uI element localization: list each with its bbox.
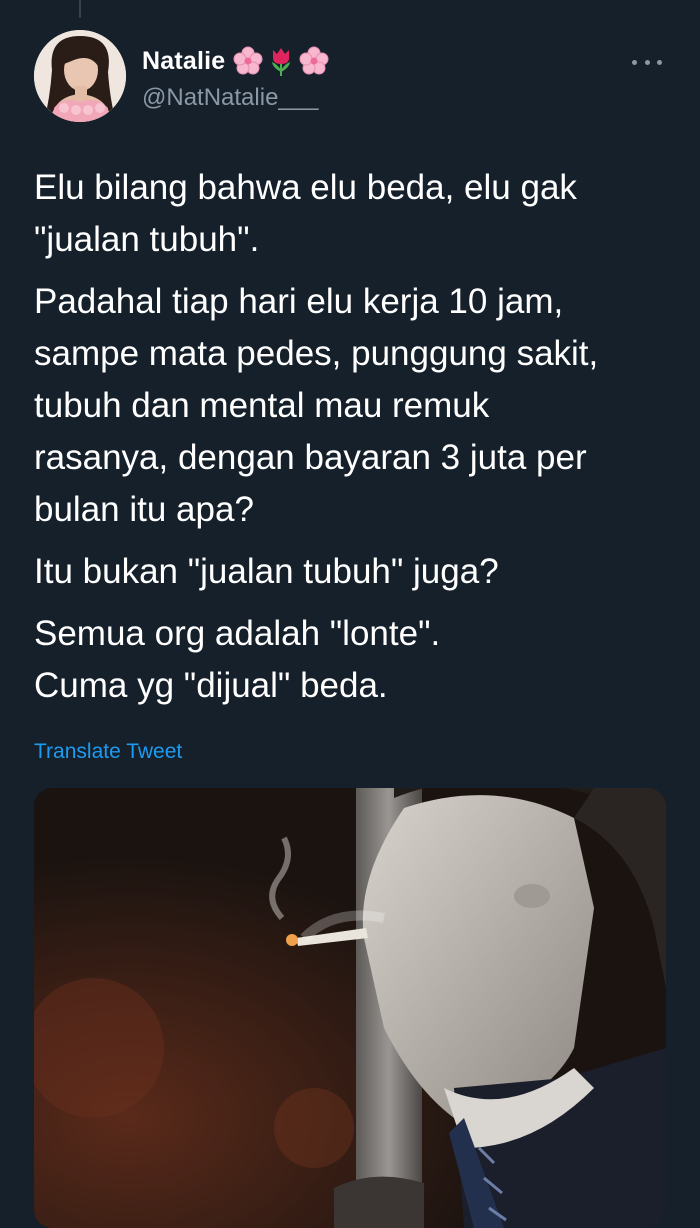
- tweet-line: Elu bilang bahwa elu beda, elu gak: [34, 168, 577, 207]
- tweet-line: rasanya, dengan bayaran 3 juta per: [34, 438, 587, 477]
- display-name-row: Natalie: [142, 44, 329, 78]
- tweet-line: Semua org adalah "lonte".: [34, 614, 441, 653]
- avatar[interactable]: [34, 30, 126, 122]
- tweet-media-image[interactable]: [34, 788, 666, 1228]
- tweet-line: Padahal tiap hari elu kerja 10 jam,: [34, 282, 564, 321]
- tweet-line: sampe mata pedes, punggung sakit,: [34, 334, 599, 373]
- thread-connector-line: [79, 0, 81, 18]
- tweet-text: Elu bilang bahwa elu beda, elu gak "jual…: [34, 162, 674, 722]
- translate-tweet-link[interactable]: Translate Tweet: [34, 740, 182, 764]
- display-name[interactable]: Natalie: [142, 47, 225, 76]
- tweet-paragraph: Padahal tiap hari elu kerja 10 jam, samp…: [34, 276, 674, 536]
- author-handle[interactable]: @NatNatalie___: [142, 84, 329, 112]
- tweet-paragraph: Elu bilang bahwa elu beda, elu gak "jual…: [34, 162, 674, 266]
- author-names: Natalie @NatNatalie___: [142, 44, 329, 112]
- cherry-blossom-icon: [233, 46, 263, 75]
- more-horizontal-icon: [632, 59, 637, 65]
- tweet-line: Cuma yg "dijual" beda.: [34, 666, 388, 705]
- tulip-icon: [272, 48, 291, 76]
- cherry-blossom-icon: [299, 46, 329, 75]
- tweet-header: Natalie @NatNatalie___: [34, 30, 670, 126]
- tweet-paragraph: Itu bukan "jualan tubuh" juga?: [34, 546, 674, 598]
- tweet-paragraph: Semua org adalah "lonte". Cuma yg "dijua…: [34, 608, 674, 712]
- tweet-line: tubuh dan mental mau remuk: [34, 386, 490, 425]
- name-emojis: [233, 46, 329, 76]
- tweet-line: bulan itu apa?: [34, 490, 254, 529]
- tweet-line: Itu bukan "jualan tubuh" juga?: [34, 552, 499, 591]
- tweet-line: "jualan tubuh".: [34, 220, 260, 259]
- more-options-button[interactable]: [632, 52, 662, 72]
